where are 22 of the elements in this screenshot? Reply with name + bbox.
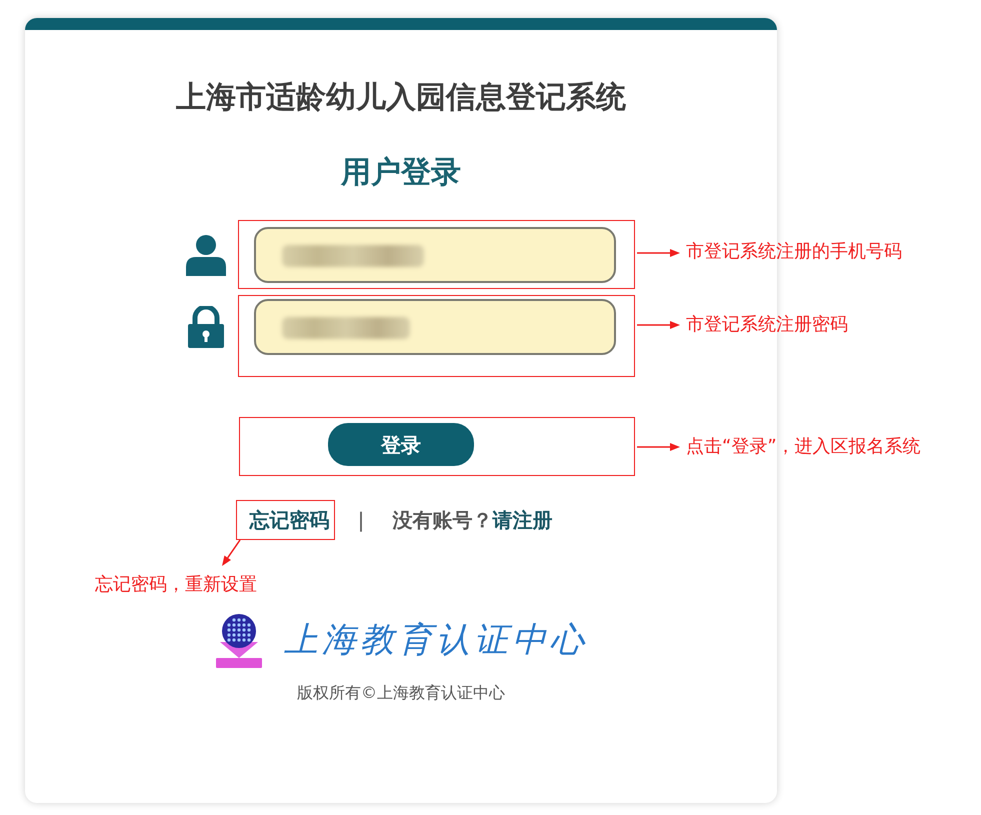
password-field[interactable] bbox=[254, 299, 616, 355]
lock-icon bbox=[186, 306, 226, 348]
copyright-text: 版权所有©上海教育认证中心 bbox=[297, 682, 505, 704]
no-account-prompt: 没有账号？ bbox=[392, 507, 492, 534]
system-title: 上海市适龄幼儿入园信息登记系统 bbox=[176, 80, 626, 116]
annotation-arrow bbox=[637, 443, 680, 451]
login-heading: 用户登录 bbox=[341, 154, 461, 192]
annotation-arrow bbox=[222, 540, 241, 566]
register-link[interactable]: 请注册 bbox=[492, 506, 552, 534]
annotation-text: 市登记系统注册密码 bbox=[686, 313, 848, 337]
globe-logo-icon bbox=[214, 612, 264, 669]
annotation-arrow bbox=[637, 321, 680, 329]
separator: | bbox=[358, 507, 364, 534]
annotation-text: 忘记密码，重新设置 bbox=[95, 573, 257, 597]
annotation-arrow bbox=[637, 249, 680, 257]
annotation-text: 点击“登录”，进入区报名系统 bbox=[686, 435, 921, 459]
phone-field[interactable] bbox=[254, 227, 616, 283]
annotation-text: 市登记系统注册的手机号码 bbox=[686, 240, 902, 264]
login-button[interactable]: 登录 bbox=[328, 423, 474, 466]
logo-text: 上海教育认证中心 bbox=[284, 619, 588, 662]
user-icon bbox=[186, 234, 226, 276]
forgot-password-link[interactable]: 忘记密码 bbox=[250, 506, 330, 534]
